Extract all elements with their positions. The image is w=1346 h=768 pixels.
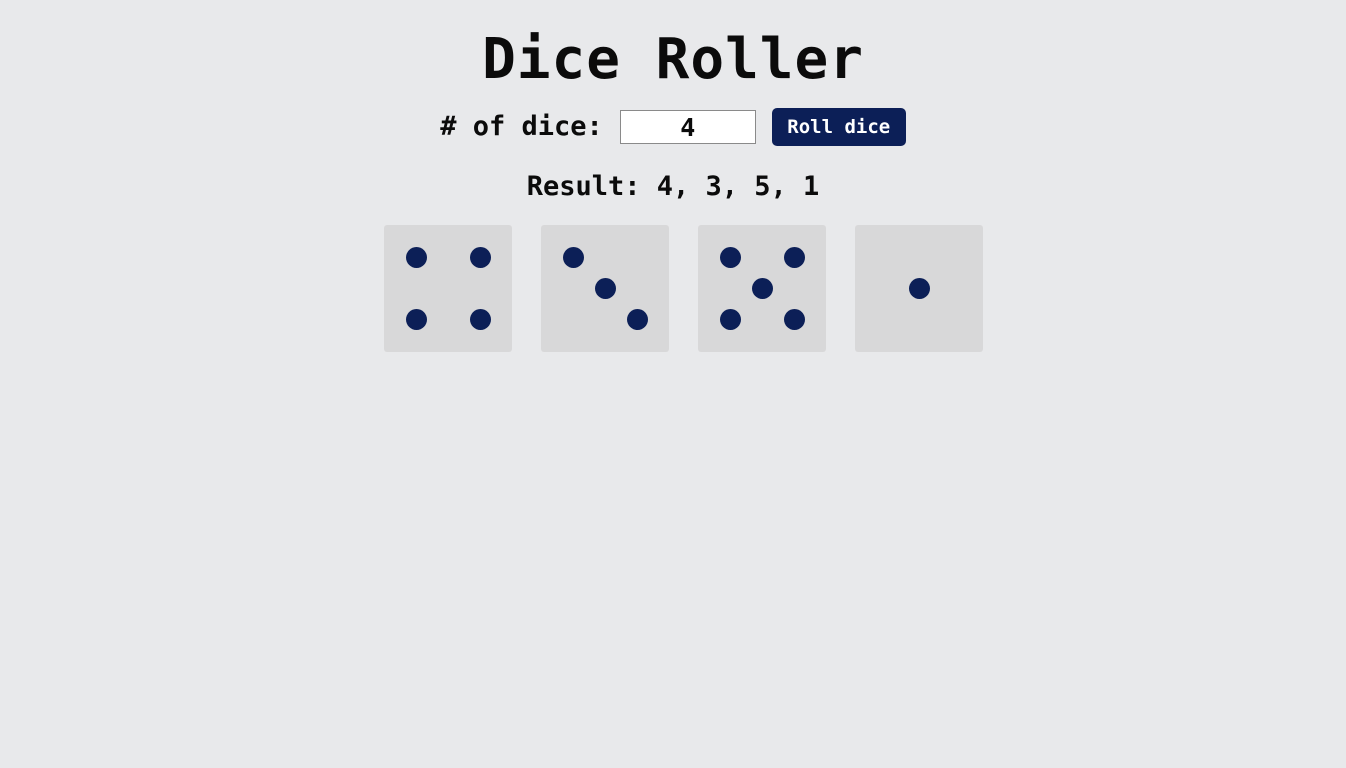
die-pip: [751, 277, 773, 299]
die-pip: [405, 246, 427, 268]
die-pip: [719, 308, 741, 330]
result-text: Result: 4, 3, 5, 1: [526, 171, 820, 202]
die-pip: [469, 308, 491, 330]
die-pip: [469, 246, 491, 268]
page-title: Dice Roller: [482, 27, 864, 92]
die-3: [698, 225, 826, 352]
die-pip: [719, 246, 741, 268]
roll-dice-button[interactable]: Roll dice: [771, 108, 906, 146]
die-4: [855, 225, 983, 352]
die-pip: [626, 308, 648, 330]
die-pip: [405, 308, 427, 330]
die-pip: [783, 246, 805, 268]
dice-count-label: # of dice:: [440, 111, 603, 142]
dice-count-input[interactable]: [619, 110, 756, 144]
die-pip: [783, 308, 805, 330]
die-pip: [594, 277, 616, 299]
die-pip: [908, 277, 930, 299]
die-pip: [562, 246, 584, 268]
die-2: [541, 225, 669, 352]
dice-controls: # of dice: Roll dice: [0, 108, 1346, 146]
die-1: [384, 225, 512, 352]
